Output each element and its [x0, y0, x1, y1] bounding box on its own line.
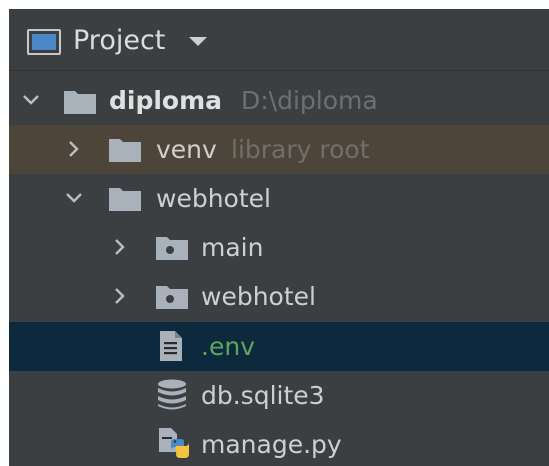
tree-item-db-file[interactable]: db.sqlite3: [9, 371, 549, 420]
tree-item-label: manage.py: [201, 430, 342, 459]
project-header: Project: [9, 9, 549, 71]
tree-item-label: main: [201, 233, 264, 262]
folder-icon: [109, 186, 141, 211]
tree-item-manage-file[interactable]: manage.py: [9, 420, 549, 466]
chevron-down-icon[interactable]: [60, 184, 88, 212]
panel-title[interactable]: Project: [73, 23, 165, 59]
folder-icon: [109, 137, 141, 162]
tree-item-diploma[interactable]: diploma D:\diploma: [9, 76, 549, 125]
tree-item-venv[interactable]: venv library root: [9, 125, 549, 174]
tree-item-label: webhotel: [201, 282, 316, 311]
tree-item-env-file[interactable]: .env: [9, 322, 549, 371]
tree-item-label: .env: [201, 332, 255, 361]
library-root-hint: library root: [231, 135, 370, 164]
tree-item-main[interactable]: main: [9, 223, 549, 272]
project-tool-window: Project diploma D:\diploma venv library …: [9, 9, 549, 466]
root-path: D:\diploma: [241, 86, 378, 115]
chevron-down-icon[interactable]: [17, 86, 45, 114]
project-window-icon: [27, 29, 61, 55]
tree-item-webhotel-dir[interactable]: webhotel: [9, 174, 549, 223]
chevron-right-icon[interactable]: [60, 135, 88, 163]
python-file-icon: [159, 428, 191, 462]
view-dropdown-icon[interactable]: [189, 37, 207, 46]
tree-item-label: webhotel: [156, 184, 271, 213]
chevron-right-icon[interactable]: [106, 282, 134, 310]
package-folder-icon: [156, 284, 188, 309]
tree-item-label: diploma: [109, 86, 223, 115]
folder-icon: [64, 89, 96, 114]
tree-item-webhotel-package[interactable]: webhotel: [9, 272, 549, 321]
tree-item-label: venv: [156, 135, 217, 164]
tree-item-label: db.sqlite3: [201, 381, 325, 410]
chevron-right-icon[interactable]: [106, 233, 134, 261]
package-folder-icon: [156, 235, 188, 260]
database-icon: [157, 379, 187, 411]
text-file-icon: [160, 331, 182, 361]
